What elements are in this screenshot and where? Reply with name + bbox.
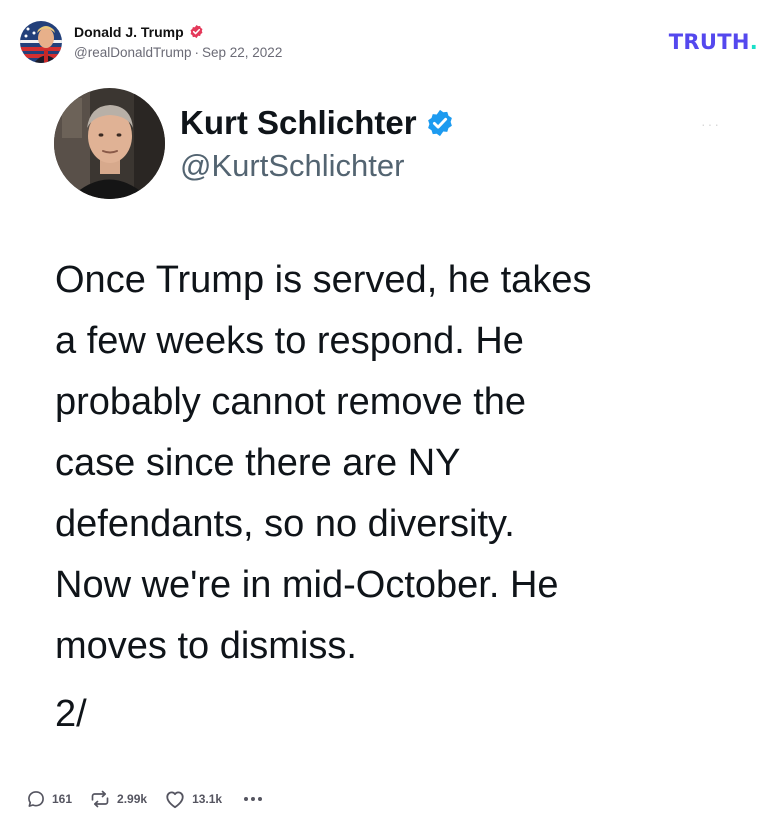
author-avatar[interactable] <box>20 21 62 63</box>
retruth-button[interactable]: 2.99k <box>89 789 147 809</box>
tweet-author-handle: @KurtSchlichter <box>180 148 405 183</box>
post-date[interactable]: Sep 22, 2022 <box>202 45 282 60</box>
ellipsis-dot <box>251 797 256 801</box>
reply-count: 161 <box>52 792 73 806</box>
ellipsis-icon[interactable] <box>242 793 264 805</box>
verified-badge-icon <box>425 108 455 138</box>
tweet-author-name: Kurt Schlichter <box>180 104 417 141</box>
truth-logo-text: TRUTH <box>668 30 750 54</box>
tweet-author-avatar-image <box>54 88 165 199</box>
author-name[interactable]: Donald J. Trump <box>74 23 184 41</box>
tweet-thread-marker: 2/ <box>55 693 87 735</box>
action-bar: 161 2.99k 13.1k <box>26 787 264 811</box>
tweet-body-text: Once Trump is served, he takes a few wee… <box>55 259 592 667</box>
truth-logo-dot: . <box>749 30 758 54</box>
ellipsis-dot <box>244 797 249 801</box>
meta-separator: · <box>194 44 200 60</box>
like-button[interactable]: 13.1k <box>164 789 222 809</box>
reply-button[interactable]: 161 <box>26 789 72 809</box>
truth-logo[interactable]: TRUTH. <box>669 30 758 54</box>
tweet-name-row: Kurt Schlichter <box>180 104 455 142</box>
heart-icon <box>166 791 184 809</box>
ellipsis-dot <box>258 797 263 801</box>
tweet-more-icon: ··· <box>701 116 721 132</box>
tweet-author-avatar <box>54 88 165 199</box>
author-name-row: Donald J. Trump <box>74 23 282 41</box>
repost-arrows-icon <box>91 790 109 808</box>
speech-bubble-icon <box>28 791 44 807</box>
retruth-count: 2.99k <box>117 792 148 806</box>
author-avatar-image <box>20 21 62 63</box>
verified-badge-icon <box>189 24 204 39</box>
post-header: Donald J. Trump @realDonaldTrump · Sep 22,… <box>20 19 282 65</box>
like-count: 13.1k <box>192 792 223 806</box>
author-info: Donald J. Trump @realDonaldTrump · Sep 22,… <box>74 23 282 62</box>
author-handle[interactable]: @realDonaldTrump <box>74 45 192 60</box>
post-meta: @realDonaldTrump · Sep 22, 2022 <box>74 44 282 62</box>
embedded-tweet-image[interactable]: Kurt Schlichter @KurtSchlichter ··· Once… <box>20 78 757 750</box>
